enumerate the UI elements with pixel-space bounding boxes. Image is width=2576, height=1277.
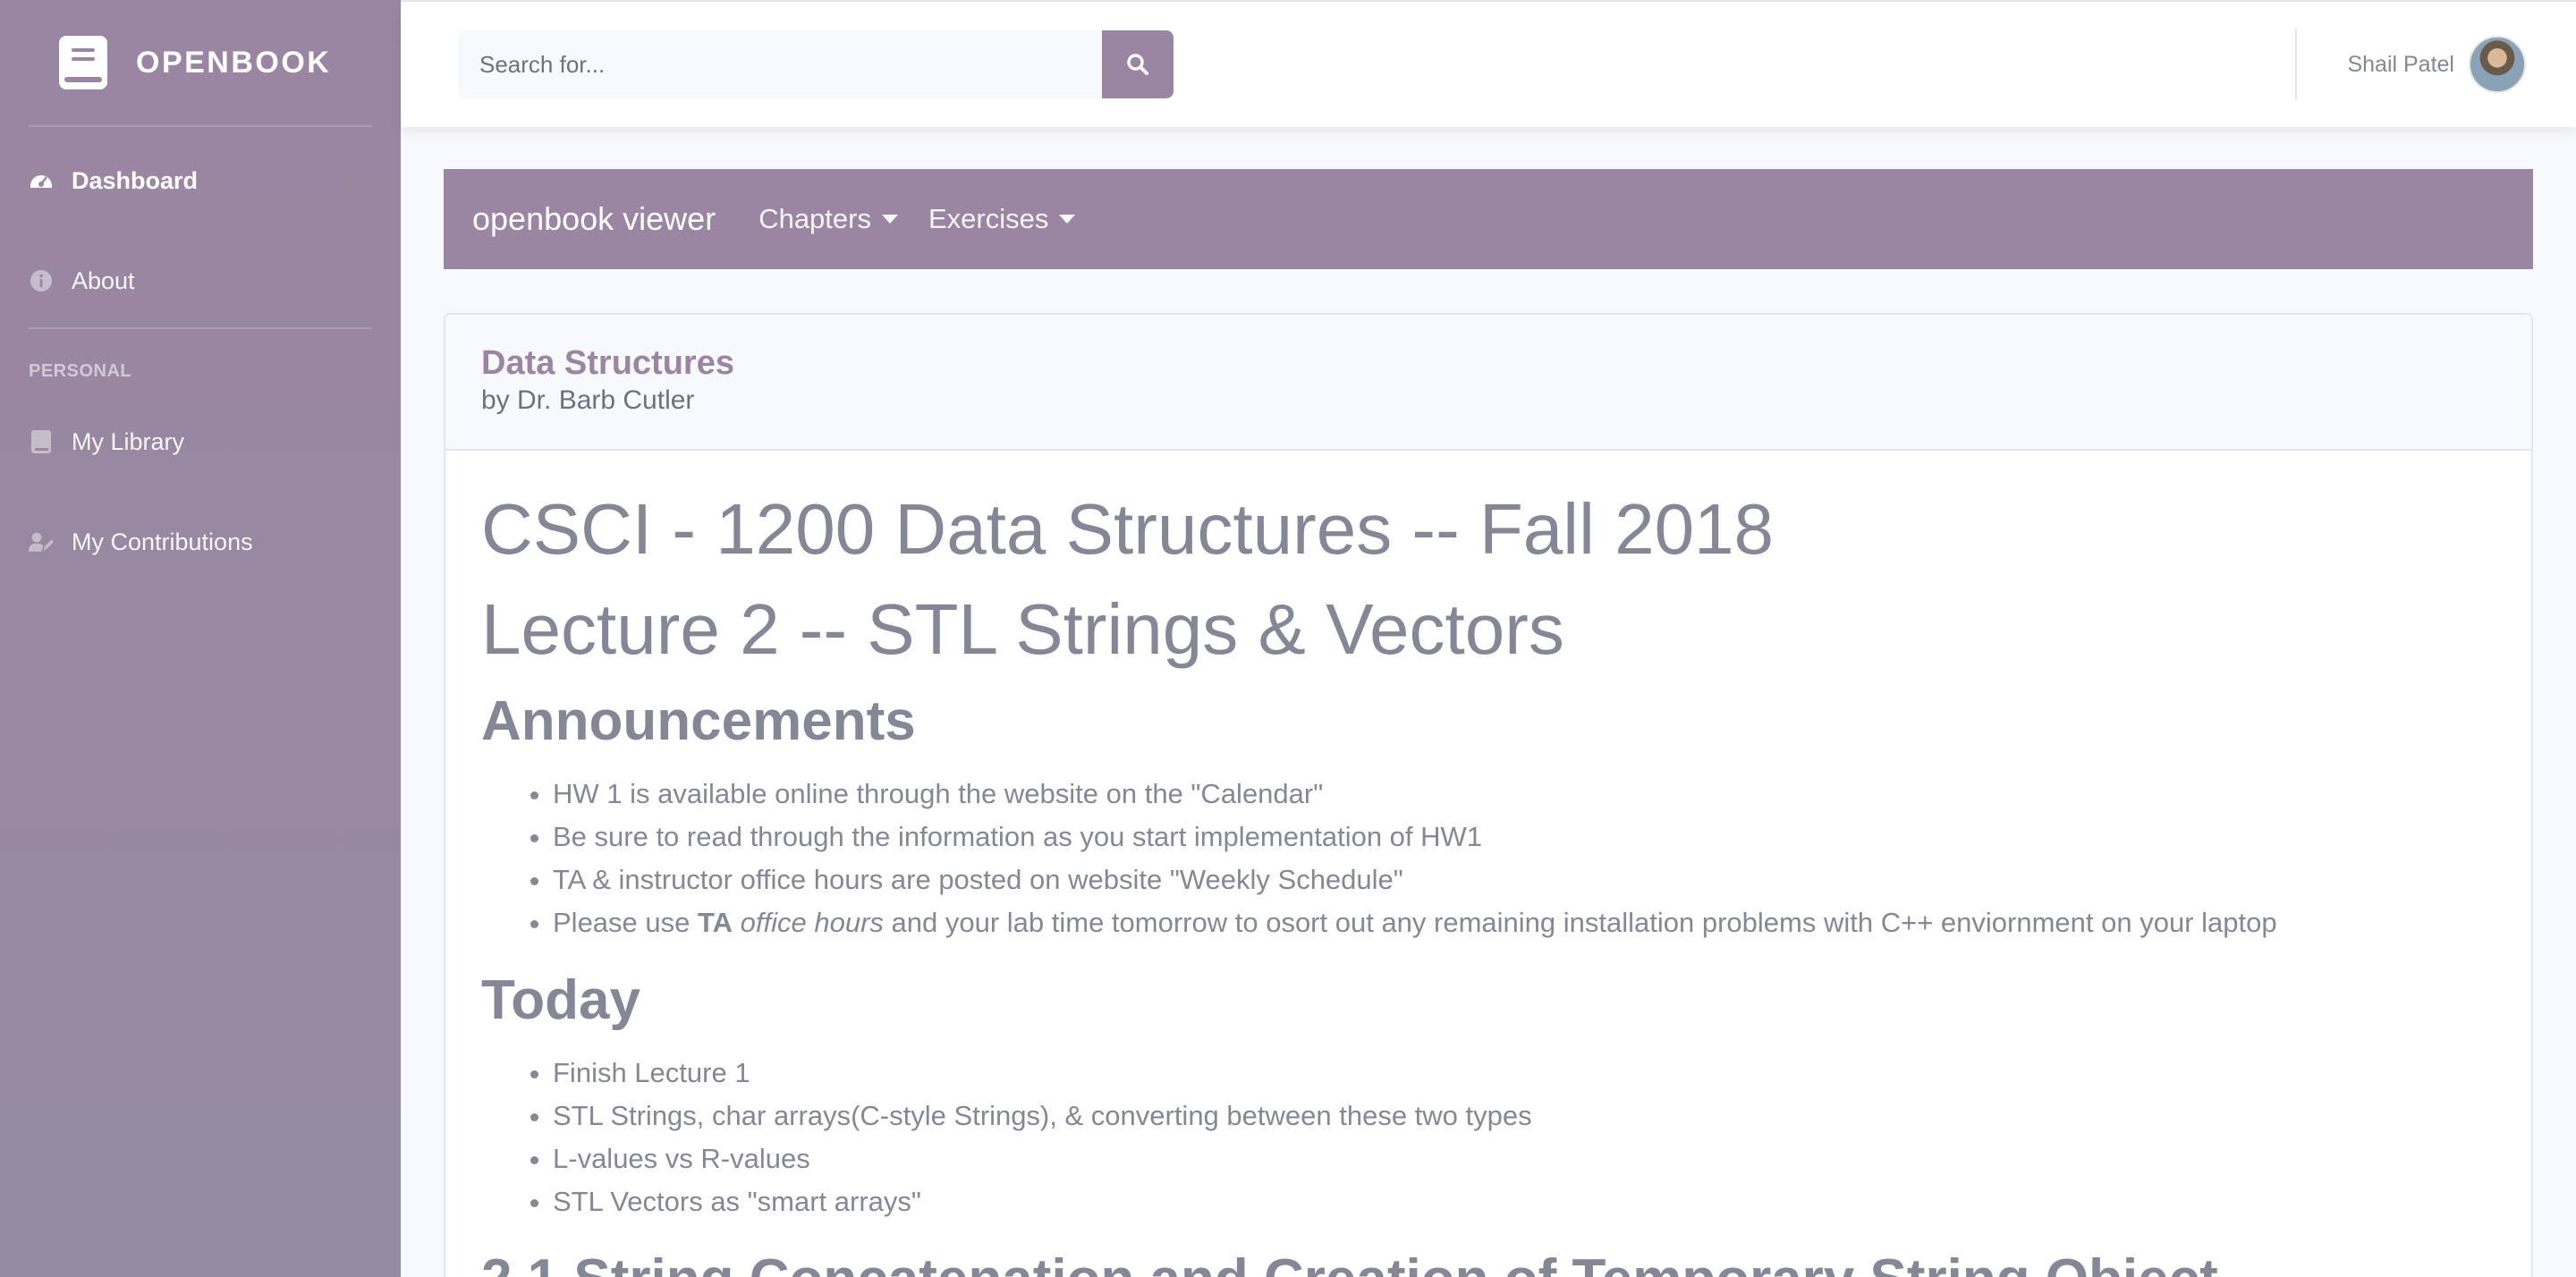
- sidebar-item-label: Dashboard: [72, 166, 199, 194]
- viewer-brand[interactable]: openbook viewer: [472, 200, 716, 238]
- announcements-list: HW 1 is available online through the web…: [481, 773, 2496, 944]
- book-title: Data Structures: [481, 344, 734, 382]
- search-icon: [1127, 54, 1148, 75]
- card-body: CSCI - 1200 Data Structures -- Fall 2018…: [445, 451, 2531, 1277]
- book-logo-icon: [59, 36, 107, 89]
- list-item: Please use TA office hours and your lab …: [553, 901, 2496, 944]
- sidebar-item-label: About: [72, 266, 135, 294]
- info-icon: [29, 268, 54, 293]
- list-item: TA & instructor office hours are posted …: [553, 858, 2496, 901]
- user-edit-icon: [29, 529, 54, 554]
- text-span: and your lab time tomorrow to osort out …: [883, 907, 2277, 938]
- chapters-dropdown[interactable]: Chapters: [758, 203, 898, 235]
- sidebar-item-dashboard[interactable]: Dashboard: [0, 127, 401, 234]
- book-author: by Dr. Barb Cutler: [481, 385, 695, 415]
- viewer-navbar: openbook viewer Chapters Exercises: [444, 169, 2533, 269]
- sidebar-section-heading: PERSONAL: [29, 361, 132, 381]
- list-item: HW 1 is available online through the web…: [553, 773, 2496, 816]
- text-span: Please use: [553, 907, 698, 938]
- search-input[interactable]: [458, 30, 1102, 98]
- sidebar-item-label: My Library: [72, 427, 185, 455]
- search-bar: [458, 30, 1174, 98]
- search-button[interactable]: [1102, 30, 1174, 98]
- dropdown-label: Exercises: [928, 203, 1049, 234]
- avatar: [2469, 36, 2526, 93]
- caret-down-icon: [1059, 215, 1076, 224]
- dropdown-label: Chapters: [758, 203, 871, 234]
- announcements-heading: Announcements: [481, 690, 916, 752]
- topbar-divider: [2295, 29, 2297, 100]
- sidebar-brand[interactable]: OPENBOOK: [0, 0, 401, 125]
- today-heading: Today: [481, 969, 640, 1031]
- section-heading: 2.1 String Concatenation and Creation of…: [481, 1241, 2496, 1277]
- exercises-dropdown[interactable]: Exercises: [928, 203, 1076, 235]
- sidebar-item-about[interactable]: About: [0, 234, 401, 327]
- lecture-heading: Lecture 2 -- STL Strings & Vectors: [481, 589, 1564, 669]
- card-header: Data Structures by Dr. Barb Cutler: [445, 315, 2531, 451]
- course-heading: CSCI - 1200 Data Structures -- Fall 2018: [481, 489, 1775, 569]
- sidebar-item-label: My Contributions: [72, 528, 253, 555]
- bold-text: TA: [698, 907, 733, 938]
- list-item: Finish Lecture 1: [553, 1052, 2496, 1095]
- caret-down-icon: [881, 215, 898, 224]
- user-name: Shail Patel: [2347, 51, 2454, 77]
- list-item: Be sure to read through the information …: [553, 816, 2496, 858]
- today-list: Finish Lecture 1 STL Strings, char array…: [481, 1052, 2496, 1223]
- italic-text: office hours: [733, 907, 884, 938]
- list-item: L-values vs R-values: [553, 1137, 2496, 1180]
- list-item: STL Strings, char arrays(C-style Strings…: [553, 1095, 2496, 1137]
- sidebar-item-my-contributions[interactable]: My Contributions: [0, 488, 401, 596]
- topbar: Shail Patel: [401, 0, 2576, 127]
- list-item: STL Vectors as "smart arrays": [553, 1180, 2496, 1223]
- book-icon: [29, 429, 54, 454]
- dashboard-icon: [29, 168, 54, 193]
- user-menu[interactable]: Shail Patel: [2347, 36, 2526, 93]
- sidebar-item-my-library[interactable]: My Library: [0, 395, 401, 488]
- brand-name: OPENBOOK: [136, 45, 332, 80]
- sidebar: OPENBOOK Dashboard About PERSONAL My Lib…: [0, 0, 401, 1277]
- book-card: Data Structures by Dr. Barb Cutler CSCI …: [444, 313, 2533, 1277]
